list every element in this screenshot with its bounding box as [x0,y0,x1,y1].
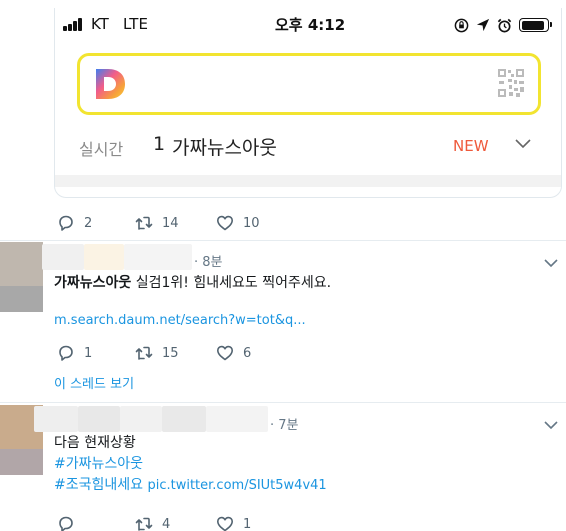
rotation-lock-icon [454,18,469,32]
tweet-body: 실검1위! 힘내세요도 찍어주세요. [131,275,332,291]
retweet-count: 4 [162,516,171,531]
retweet-count: 15 [162,345,179,361]
tweet-divider [0,402,566,403]
retweet-button[interactable]: 15 [135,343,179,363]
like-icon [217,516,233,531]
like-count: 6 [243,345,252,361]
redacted-display-name-part [120,406,162,432]
like-icon [217,215,233,231]
retweet-icon [135,517,153,531]
phone-status-bar: KT LTE 오후 4:12 [55,8,561,42]
phone-clock: 오후 4:12 [275,16,346,34]
redacted-handle [206,406,268,432]
tweet-actions: 1 15 6 [54,343,354,363]
reply-button[interactable]: 2 [57,213,92,233]
avatar[interactable] [0,242,43,312]
tweet-text: 다음 현재상황 [54,435,136,451]
like-icon [217,345,233,361]
redacted-handle [124,244,192,270]
retweet-button[interactable]: 14 [135,213,179,233]
new-badge: NEW [453,137,489,155]
redacted-display-name-part [84,244,124,270]
retweet-button[interactable]: 4 [135,514,170,531]
like-button[interactable]: 1 [216,514,251,531]
like-count: 10 [243,215,260,231]
realtime-trending-row[interactable]: 실시간 1 가짜뉴스아웃 NEW [55,128,561,164]
hashtag-bold[interactable]: 가짜뉴스아웃 [54,275,131,291]
reply-icon [59,345,73,361]
redacted-display-name-part [162,406,206,432]
reply-icon [59,516,73,531]
tweet-text: 가짜뉴스아웃 실검1위! 힘내세요도 찍어주세요. [54,272,331,292]
reply-button[interactable] [57,514,84,531]
hashtag-link[interactable]: #가짜뉴스아웃 [54,453,143,473]
battery-icon [519,18,552,32]
location-arrow-icon [476,18,490,32]
chevron-down-icon[interactable] [515,138,531,150]
qr-code-icon[interactable] [498,69,524,97]
trend-rank: 1 [153,133,166,155]
tweet-link[interactable]: m.search.daum.net/search?w=tot&q... [54,313,306,328]
tweet-actions: 2 14 10 [54,213,354,233]
chevron-down-icon[interactable] [544,258,558,268]
network-type: LTE [123,15,148,33]
tweet-timestamp[interactable]: · 8분 [194,251,223,270]
reply-count: 2 [84,215,93,231]
hashtag-link[interactable]: #조국힘내세요 [54,477,143,493]
signal-bars-icon [63,18,85,31]
reply-icon [59,215,73,231]
realtime-label: 실시간 [79,140,124,159]
tweet-divider [0,240,566,241]
like-count: 1 [243,516,252,531]
tweet-actions: 4 1 [54,514,354,531]
reply-button[interactable]: 1 [57,343,92,363]
tweet-line: #조국힘내세요 pic.twitter.com/SIUt5w4v41 [54,474,327,494]
like-button[interactable]: 6 [216,343,251,363]
retweet-count: 14 [162,215,179,231]
redacted-display-name[interactable] [42,244,84,270]
embedded-screenshot-card[interactable]: KT LTE 오후 4:12 실시간 1 가짜뉴스아웃 NEW [54,8,562,198]
daum-search-box[interactable] [77,53,541,115]
carrier-name: KT [91,15,109,33]
like-button[interactable]: 10 [216,213,260,233]
redacted-display-name-part [78,406,120,432]
show-thread-link[interactable]: 이 스레드 보기 [54,373,134,392]
alarm-clock-icon [497,18,512,32]
pic-link[interactable]: pic.twitter.com/SIUt5w4v41 [147,478,326,493]
tweet-timestamp[interactable]: · 7분 [270,414,299,433]
card-bottom-strip [55,175,561,187]
chevron-down-icon[interactable] [544,420,558,430]
trend-keyword: 가짜뉴스아웃 [172,137,277,159]
retweet-icon [135,346,153,360]
daum-logo-icon [96,69,125,99]
redacted-display-name[interactable] [34,406,78,432]
retweet-icon [135,216,153,230]
reply-count: 1 [84,345,93,361]
